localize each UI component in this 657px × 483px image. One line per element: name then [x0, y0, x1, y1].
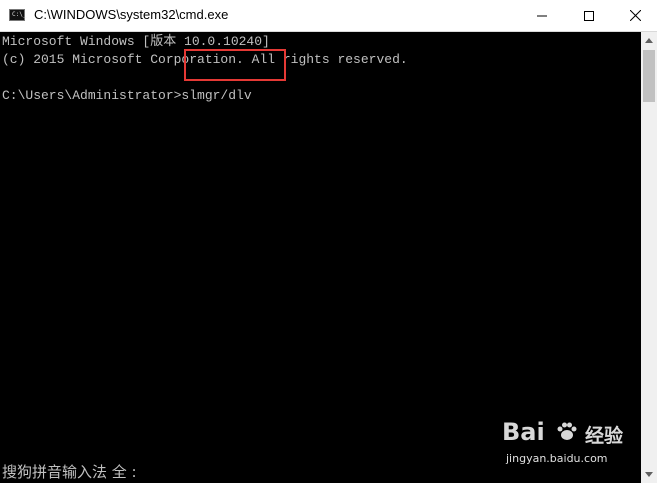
console-output[interactable]: Microsoft Windows [版本 10.0.10240] (c) 20…: [0, 32, 641, 483]
title-bar[interactable]: C:\_ C:\WINDOWS\system32\cmd.exe: [0, 0, 657, 32]
watermark-brand-prefix: Bai: [502, 418, 545, 446]
close-icon: [629, 10, 641, 21]
watermark-brand-suffix: 经验: [585, 425, 624, 447]
scroll-down-button[interactable]: [641, 466, 657, 483]
paw-icon: [557, 422, 577, 440]
close-button[interactable]: [612, 0, 657, 31]
vertical-scrollbar[interactable]: [641, 32, 657, 483]
maximize-icon: [584, 10, 594, 21]
scroll-up-button[interactable]: [641, 32, 657, 49]
scroll-thumb[interactable]: [643, 50, 655, 102]
maximize-button[interactable]: [566, 0, 612, 31]
console-line-command: C:\Users\Administrator>slmgr/dlv: [2, 88, 252, 103]
window-title: C:\WINDOWS\system32\cmd.exe: [34, 7, 229, 22]
scroll-up-icon: [645, 38, 653, 43]
baidu-watermark: Bai 经验 jingyan.baidu.com: [502, 418, 642, 470]
scroll-down-icon: [645, 472, 653, 477]
cmd-app-icon[interactable]: C:\_: [9, 9, 26, 21]
console-line-version: Microsoft Windows [版本 10.0.10240]: [2, 34, 270, 49]
ime-status: 搜狗拼音输入法 全 :: [2, 463, 137, 481]
minimize-icon: [537, 15, 547, 16]
minimize-button[interactable]: [519, 0, 565, 31]
cmd-window: C:\_ C:\WINDOWS\system32\cmd.exe Microso…: [0, 0, 657, 483]
command-highlight-box: [184, 49, 286, 81]
watermark-url: jingyan.baidu.com: [506, 452, 608, 465]
